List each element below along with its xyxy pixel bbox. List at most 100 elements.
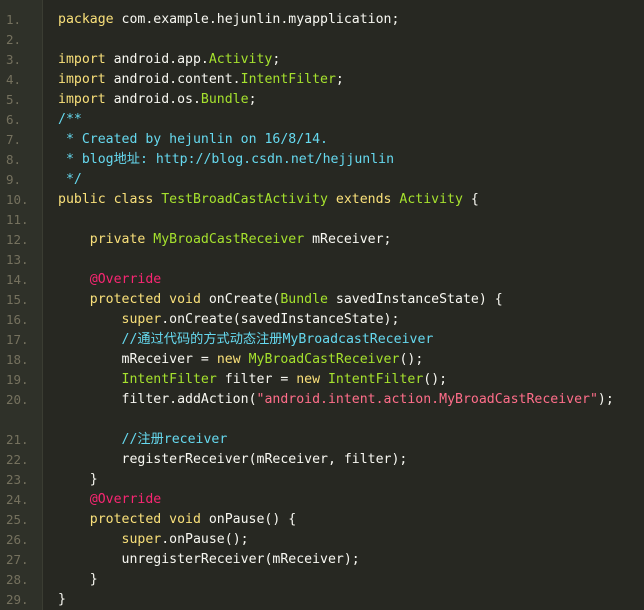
line-number: 28. bbox=[6, 572, 29, 587]
code-token-type: IntentFilter bbox=[240, 72, 336, 87]
code-token-type: Activity bbox=[399, 192, 471, 207]
code-token-keyword: private bbox=[89, 232, 154, 247]
line-number: 11. bbox=[6, 212, 29, 227]
line-number: 3. bbox=[6, 52, 22, 67]
code-line[interactable]: 11. bbox=[0, 210, 644, 230]
code-text: } bbox=[58, 470, 624, 490]
code-token-plain: unregisterReceiver(mReceiver); bbox=[58, 552, 360, 567]
code-text: import android.content.IntentFilter; bbox=[58, 70, 624, 90]
code-line[interactable]: 12. private MyBroadCastReceiver mReceive… bbox=[0, 230, 644, 250]
code-token-type: Activity bbox=[208, 52, 273, 67]
code-token-keyword: new bbox=[296, 372, 328, 387]
code-line[interactable]: 28. } bbox=[0, 570, 644, 590]
code-token-plain: } bbox=[58, 592, 66, 607]
code-token-comment: * blog地址: http://blog.csdn.net/hejjunlin bbox=[58, 152, 395, 167]
code-line[interactable]: 8. * blog地址: http://blog.csdn.net/hejjun… bbox=[0, 150, 644, 170]
code-line[interactable]: 6. /** bbox=[0, 110, 644, 130]
code-text: unregisterReceiver(mReceiver); bbox=[58, 550, 624, 570]
code-token-plain: .onPause(); bbox=[161, 532, 249, 547]
code-token-keyword: protected void bbox=[89, 512, 209, 527]
line-number: 8. bbox=[6, 152, 22, 167]
code-line[interactable]: 25. protected void onPause() { bbox=[0, 510, 644, 530]
code-line[interactable]: 22. registerReceiver(mReceiver, filter); bbox=[0, 450, 644, 470]
code-line[interactable]: 19. IntentFilter filter = new IntentFilt… bbox=[0, 370, 644, 390]
code-line[interactable]: 9. */ bbox=[0, 170, 644, 190]
code-token-plain: android.os. bbox=[113, 92, 201, 107]
code-line[interactable]: 24. @Override bbox=[0, 490, 644, 510]
code-token-type: Bundle bbox=[200, 92, 249, 107]
code-token-plain: (); bbox=[399, 352, 424, 367]
code-line[interactable]: 16. super.onCreate(savedInstanceState); bbox=[0, 310, 644, 330]
code-line[interactable]: 4. import android.content.IntentFilter; bbox=[0, 70, 644, 90]
code-token-plain: mReceiver; bbox=[312, 232, 392, 247]
code-line[interactable]: 10. public class TestBroadCastActivity ex… bbox=[0, 190, 644, 210]
code-token-plain: registerReceiver(mReceiver, filter); bbox=[58, 452, 408, 467]
code-text: //通过代码的方式动态注册MyBroadcastReceiver bbox=[58, 330, 624, 350]
code-token-keyword: public class bbox=[58, 192, 162, 207]
code-line[interactable]: 17. //通过代码的方式动态注册MyBroadcastReceiver bbox=[0, 330, 644, 350]
line-number: 20. bbox=[6, 392, 29, 407]
line-number: 23. bbox=[6, 472, 29, 487]
code-line[interactable]: 14. @Override bbox=[0, 270, 644, 290]
code-token-keyword: super bbox=[121, 312, 162, 327]
code-text: * Created by hejunlin on 16/8/14. bbox=[58, 130, 624, 150]
code-line[interactable]: 20. filter.addAction("android.intent.act… bbox=[0, 390, 644, 430]
code-line[interactable]: 13. bbox=[0, 250, 644, 270]
code-token-plain: android.content. bbox=[113, 72, 241, 87]
line-number: 21. bbox=[6, 432, 29, 447]
code-token-plain: ; bbox=[248, 92, 257, 107]
code-line[interactable]: 7. * Created by hejunlin on 16/8/14. bbox=[0, 130, 644, 150]
code-token-plain: mReceiver = bbox=[58, 352, 217, 367]
code-line[interactable]: 18. mReceiver = new MyBroadCastReceiver(… bbox=[0, 350, 644, 370]
line-number: 10. bbox=[6, 192, 29, 207]
line-number: 24. bbox=[6, 492, 29, 507]
code-token-plain: (); bbox=[423, 372, 448, 387]
code-token-keyword: new bbox=[216, 352, 249, 367]
code-text: private MyBroadCastReceiver mReceiver; bbox=[58, 230, 624, 250]
code-line[interactable]: 26. super.onPause(); bbox=[0, 530, 644, 550]
code-line[interactable]: 5. import android.os.Bundle; bbox=[0, 90, 644, 110]
line-number: 1. bbox=[6, 12, 22, 27]
line-number: 19. bbox=[6, 372, 29, 387]
code-token-plain: onPause() { bbox=[208, 512, 297, 527]
line-number: 17. bbox=[6, 332, 29, 347]
code-token-plain: ); bbox=[597, 392, 614, 407]
code-line[interactable]: 2. bbox=[0, 30, 644, 50]
code-line[interactable]: 1. package com.example.hejunlin.myapplica… bbox=[0, 10, 644, 30]
code-text: @Override bbox=[58, 270, 624, 290]
code-line[interactable]: 29.} bbox=[0, 590, 644, 610]
code-editor: 1. package com.example.hejunlin.myapplica… bbox=[0, 0, 644, 610]
code-token-keyword: import bbox=[58, 92, 114, 107]
code-line[interactable]: 15. protected void onCreate(Bundle saved… bbox=[0, 290, 644, 310]
code-token-keyword: import bbox=[58, 52, 114, 67]
code-token-annot: @Override bbox=[89, 492, 162, 507]
code-token-comment: //注册receiver bbox=[121, 432, 228, 447]
code-token-type: MyBroadCastReceiver bbox=[153, 232, 313, 247]
code-line[interactable]: 23. } bbox=[0, 470, 644, 490]
code-text: public class TestBroadCastActivity exten… bbox=[58, 190, 624, 210]
code-line[interactable]: 3. import android.app.Activity; bbox=[0, 50, 644, 70]
line-number: 9. bbox=[6, 172, 22, 187]
code-line[interactable]: 27. unregisterReceiver(mReceiver); bbox=[0, 550, 644, 570]
line-number: 26. bbox=[6, 532, 29, 547]
code-token-type: Bundle bbox=[280, 292, 336, 307]
code-token-plain: ; bbox=[272, 52, 281, 67]
line-number: 4. bbox=[6, 72, 22, 87]
code-area[interactable]: 1. package com.example.hejunlin.myapplica… bbox=[0, 10, 644, 610]
line-number: 18. bbox=[6, 352, 29, 367]
code-text: //注册receiver bbox=[58, 430, 624, 450]
code-token-comment: /** bbox=[58, 112, 82, 127]
line-number: 16. bbox=[6, 312, 29, 327]
code-token-string: "android.intent.action.MyBroadCastReceiv… bbox=[256, 392, 598, 407]
code-token-plain: onCreate( bbox=[208, 292, 281, 307]
line-number: 27. bbox=[6, 552, 29, 567]
code-text: /** bbox=[58, 110, 624, 130]
code-line[interactable]: 21. //注册receiver bbox=[0, 430, 644, 450]
code-token-plain: filter.addAction( bbox=[58, 392, 257, 407]
code-token-plain: } bbox=[58, 472, 98, 487]
